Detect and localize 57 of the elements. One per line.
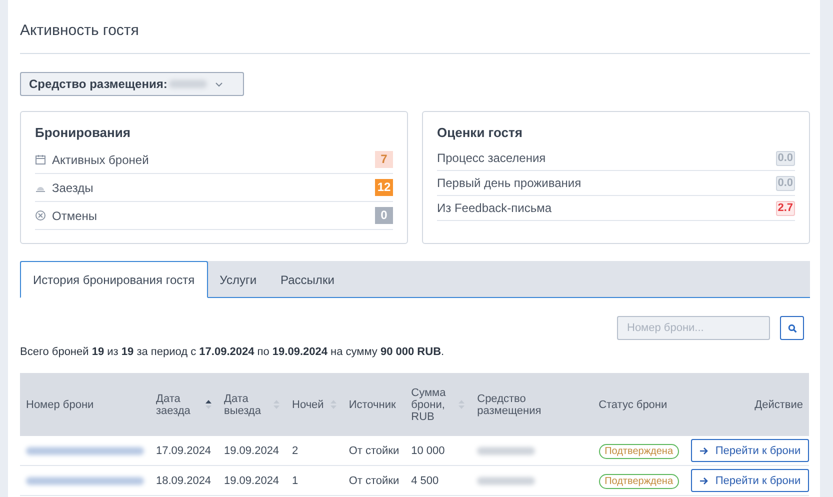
table-cell: От стойки — [342, 436, 406, 466]
open-booking-button[interactable]: Перейти к брони — [691, 439, 809, 462]
search-field[interactable]: Номер брони... — [617, 316, 770, 340]
summary-text: Всего броней 19 из 19 за период с 17.09.2024 по 19.09.2024 на сумму 90 000 RUB. — [20, 346, 446, 358]
redacted-text — [477, 446, 536, 455]
column-header: Номер брони — [26, 398, 94, 410]
arrow-right-icon — [699, 476, 710, 484]
column-header: Сумма брони, RUB — [411, 386, 447, 422]
card-title: Бронирования — [35, 125, 132, 140]
table-cell: От стойки — [342, 466, 406, 496]
count-badge: 12 — [375, 179, 393, 196]
column-header: Источник — [348, 398, 396, 410]
score-badge: 0.0 — [776, 150, 795, 166]
page-title: Активность гостя — [20, 0, 810, 54]
search-icon — [788, 324, 796, 332]
stat-label: Заезды — [52, 180, 94, 194]
cancel-icon — [35, 210, 46, 221]
score-badge: 0.0 — [776, 176, 795, 190]
column-header: Ночей — [292, 398, 324, 410]
redacted-link[interactable] — [26, 446, 144, 455]
count-badge: 0 — [375, 207, 393, 224]
table-cell: 17.09.2024 — [150, 436, 218, 466]
open-booking-button[interactable]: Перейти к брони — [691, 469, 809, 492]
table-cell: 10 000 — [405, 436, 472, 466]
table-cell: 1 — [286, 466, 343, 496]
tab[interactable]: Рассылки — [268, 261, 346, 298]
column-header: Действие — [754, 398, 803, 410]
redacted-link[interactable] — [26, 476, 144, 485]
property-dropdown[interactable]: Средство размещения: — [20, 72, 244, 96]
table-cell: 19.09.2024 — [218, 436, 286, 466]
tab[interactable]: История бронирования гостя — [20, 261, 208, 298]
arrow-right-icon — [699, 446, 710, 454]
score-badge: 2.7 — [776, 200, 795, 216]
status-badge: Подтверждена — [598, 474, 679, 488]
column-header: Статус брони — [598, 398, 668, 410]
search-button[interactable] — [780, 316, 804, 340]
caret-icon — [215, 82, 224, 86]
redacted-text — [169, 80, 208, 88]
stat-label: Отмены — [52, 208, 98, 222]
calendar-icon — [35, 154, 46, 165]
rating-label: Первый день проживания — [437, 176, 582, 190]
column-header: Дата выезда — [224, 392, 262, 416]
redacted-text — [477, 476, 536, 485]
sort-icon[interactable] — [205, 399, 212, 410]
table-cell: 2 — [286, 436, 343, 466]
stat-label: Активных броней — [52, 152, 150, 166]
rating-label: Процесс заселения — [437, 151, 547, 165]
table-cell: 4 500 — [405, 466, 472, 496]
table-cell: 18.09.2024 — [150, 466, 218, 496]
column-header: Средство размещения — [477, 392, 542, 416]
column-header: Дата заезда — [156, 392, 192, 416]
card-title: Оценки гостя — [437, 125, 524, 140]
tab[interactable]: Услуги — [208, 261, 269, 298]
rating-label: Из Feedback-письма — [437, 201, 553, 215]
status-badge: Подтверждена — [598, 444, 679, 458]
table-cell: 19.09.2024 — [218, 466, 286, 496]
count-badge: 7 — [375, 151, 393, 168]
